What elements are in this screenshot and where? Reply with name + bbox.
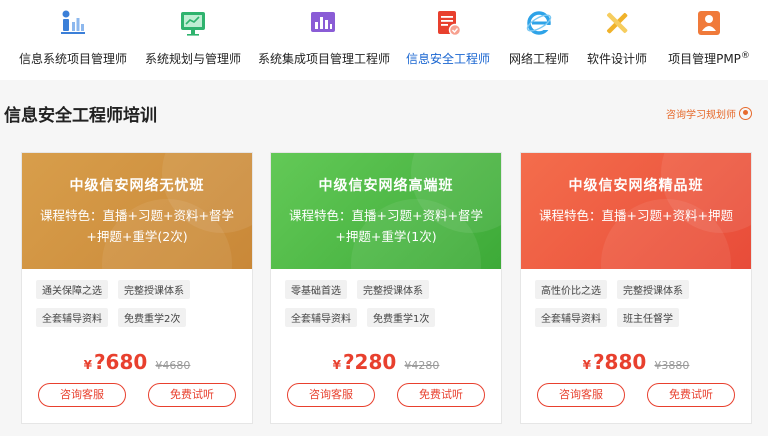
card-title: 中级信安网络无忧班	[69, 178, 205, 194]
page-title: 信息安全工程师培训	[4, 106, 157, 126]
tag: 免费重学2次	[118, 308, 187, 327]
presentation-board-icon	[181, 12, 205, 36]
price-row: ¥ ?680 ¥4680	[22, 350, 252, 374]
nav-item-software-designer[interactable]: 软件设计师	[586, 8, 648, 74]
card-header: 中级信安网络精品班 课程特色：直播+习题+资料+押题	[521, 153, 751, 269]
card-features: 课程特色：直播+习题+资料+督学+押题+重学(2次)	[40, 208, 234, 244]
tag: 全套辅导资料	[535, 308, 607, 327]
secure-document-icon	[438, 11, 462, 37]
nav-item-info-security[interactable]: 信息安全工程师	[404, 8, 492, 74]
card-features: 课程特色：直播+习题+资料+押题	[539, 208, 733, 223]
course-card-wuyou: 中级信安网络无忧班 课程特色：直播+习题+资料+督学+押题+重学(2次) 通关保…	[21, 152, 253, 424]
tag: 通关保障之选	[36, 280, 108, 299]
chart-person-icon	[61, 10, 85, 34]
price: ¥ ?280	[332, 350, 397, 374]
course-card-gaoduan: 中级信安网络高端班 课程特色：直播+习题+资料+督学+押题+重学(1次) 零基础…	[270, 152, 502, 424]
course-card-jingpin: 中级信安网络精品班 课程特色：直播+习题+资料+押题 高性价比之选 完整授课体系 …	[520, 152, 752, 424]
tag: 免费重学1次	[367, 308, 436, 327]
bar-chart-icon	[311, 12, 335, 32]
nav-label: 软件设计师	[586, 52, 647, 66]
nav-label: 项目管理PMP®	[668, 51, 750, 66]
nav-label: 信息安全工程师	[405, 52, 490, 66]
tag-list: 零基础首选 完整授课体系 全套辅导资料 免费重学1次	[285, 279, 495, 335]
tag: 高性价比之选	[535, 280, 607, 299]
card-header: 中级信安网络无忧班 课程特色：直播+习题+资料+督学+押题+重学(2次)	[22, 153, 252, 269]
nav-label: 系统集成项目管理工程师	[258, 52, 391, 66]
tag: 完整授课体系	[617, 280, 689, 299]
tag: 全套辅导资料	[36, 308, 108, 327]
card-title: 中级信安网络精品班	[568, 178, 704, 194]
consult-planner-link[interactable]: 咨询学习规划师	[666, 106, 752, 121]
nav-item-system-planning[interactable]: 系统规划与管理师	[143, 8, 243, 74]
top-navigation: 信息系统项目管理师 系统规划与管理师 系统集成项目管理工程师 信息安全工程师 网…	[0, 0, 768, 80]
nav-item-info-system-pm[interactable]: 信息系统项目管理师	[18, 8, 128, 74]
internet-explorer-icon	[526, 11, 552, 35]
consult-button[interactable]: 咨询客服	[38, 383, 126, 407]
price: ¥ ?680	[83, 350, 148, 374]
card-header: 中级信安网络高端班 课程特色：直播+习题+资料+督学+押题+重学(1次)	[271, 153, 501, 269]
nav-label: 信息系统项目管理师	[18, 52, 127, 66]
cross-tools-icon	[607, 12, 628, 34]
original-price: ¥4680	[155, 359, 191, 372]
original-price: ¥3880	[654, 359, 690, 372]
nav-label: 网络工程师	[508, 52, 569, 66]
original-price: ¥4280	[404, 359, 440, 372]
free-trial-button[interactable]: 免费试听	[647, 383, 735, 407]
consult-button[interactable]: 咨询客服	[537, 383, 625, 407]
nav-item-system-integration[interactable]: 系统集成项目管理工程师	[258, 8, 391, 74]
person-badge-icon	[698, 11, 720, 35]
card-title: 中级信安网络高端班	[318, 178, 454, 194]
tag: 完整授课体系	[357, 280, 429, 299]
tag: 班主任督学	[617, 308, 679, 327]
consult-button[interactable]: 咨询客服	[287, 383, 375, 407]
tag: 全套辅导资料	[285, 308, 357, 327]
consult-icon	[739, 107, 752, 120]
nav-item-pmp[interactable]: 项目管理PMP®	[664, 8, 754, 74]
free-trial-button[interactable]: 免费试听	[397, 383, 485, 407]
tag: 零基础首选	[285, 280, 347, 299]
card-features: 课程特色：直播+习题+资料+督学+押题+重学(1次)	[289, 208, 483, 244]
free-trial-button[interactable]: 免费试听	[148, 383, 236, 407]
tag-list: 高性价比之选 完整授课体系 全套辅导资料 班主任督学	[535, 279, 745, 335]
nav-label: 系统规划与管理师	[144, 52, 241, 66]
tag: 完整授课体系	[118, 280, 190, 299]
tag-list: 通关保障之选 完整授课体系 全套辅导资料 免费重学2次	[36, 279, 246, 335]
price: ¥ ?880	[582, 350, 647, 374]
price-row: ¥ ?880 ¥3880	[521, 350, 751, 374]
price-row: ¥ ?280 ¥4280	[271, 350, 501, 374]
nav-item-network-engineer[interactable]: 网络工程师	[507, 8, 571, 74]
